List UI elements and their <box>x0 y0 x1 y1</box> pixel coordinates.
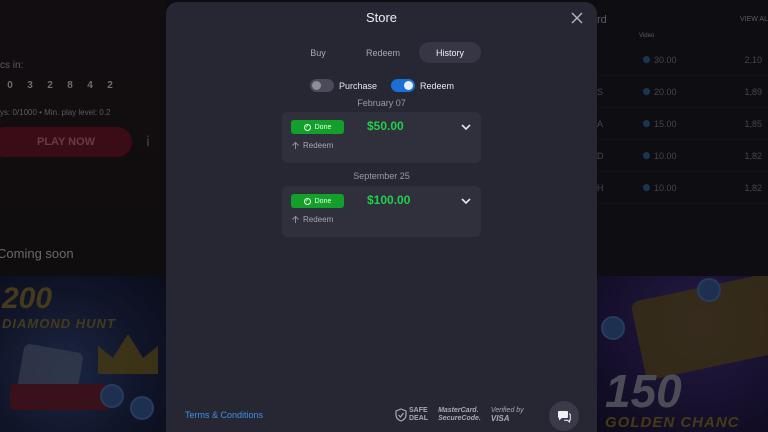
chevron-down-icon[interactable] <box>460 120 472 132</box>
modal-title: Store <box>365 10 398 25</box>
filter-redeem: Redeem <box>391 79 454 92</box>
tab-redeem[interactable]: Redeem <box>351 42 415 63</box>
terms-link[interactable]: Terms & Conditions <box>185 410 263 420</box>
redeem-toggle[interactable] <box>391 79 416 92</box>
shield-icon <box>395 408 407 422</box>
check-icon: ✓ <box>303 123 311 131</box>
arrow-up-icon <box>292 215 299 223</box>
entry-type: Redeem <box>291 141 333 150</box>
entry-type: Redeem <box>291 215 333 224</box>
payment-logos: SAFE DEAL MasterCard. SecureCode. Verified… <box>395 407 524 423</box>
entry-amount: $100.00 <box>367 193 411 207</box>
store-modal: Store Buy Redeem History Purchase Redeem… <box>166 2 597 432</box>
store-tabs: Buy Redeem History <box>289 42 481 63</box>
filter-purchase: Purchase <box>310 79 377 92</box>
chat-icon <box>558 410 571 423</box>
history-entry[interactable]: ✓ Done $50.00 Redeem <box>282 112 481 163</box>
tab-buy[interactable]: Buy <box>289 42 347 63</box>
tab-history[interactable]: History <box>419 42 481 63</box>
mastercard-securecode-logo: MasterCard. SecureCode. <box>438 407 481 422</box>
safe-deal-logo: SAFE DEAL <box>395 407 428 423</box>
arrow-up-icon <box>292 141 299 149</box>
chat-support-button[interactable] <box>549 401 579 431</box>
history-date: September 25 <box>353 171 410 181</box>
chevron-down-icon[interactable] <box>460 194 472 206</box>
history-date: February 07 <box>357 98 406 108</box>
check-icon: ✓ <box>303 197 311 205</box>
status-badge: ✓ Done <box>291 120 344 134</box>
toggle-knob <box>312 81 321 90</box>
close-icon[interactable] <box>567 8 587 28</box>
history-filters: Purchase Redeem <box>310 79 454 92</box>
filter-redeem-label: Redeem <box>420 80 455 91</box>
purchase-toggle[interactable] <box>310 79 334 92</box>
filter-purchase-label: Purchase <box>339 80 378 91</box>
history-entry[interactable]: ✓ Done $100.00 Redeem <box>282 186 481 237</box>
status-badge: ✓ Done <box>291 194 344 208</box>
toggle-knob <box>404 81 414 90</box>
entry-amount: $50.00 <box>367 119 404 133</box>
verified-by-visa-logo: Verified by VISA <box>490 407 524 423</box>
